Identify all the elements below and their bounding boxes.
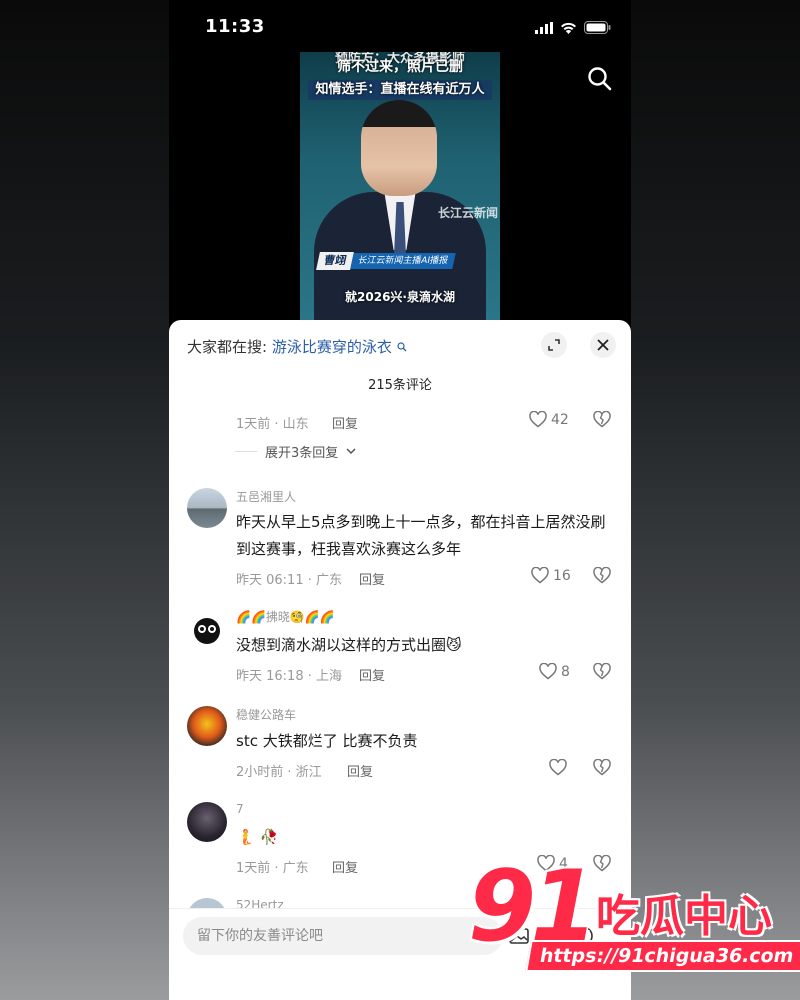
- chevron-down-icon: [346, 448, 356, 455]
- comment-username[interactable]: 稳健公路车: [236, 706, 296, 723]
- reply-button[interactable]: 回复: [359, 569, 385, 588]
- comment-username[interactable]: 7: [236, 802, 244, 816]
- avatar[interactable]: [187, 802, 227, 842]
- comment-text: 没想到滴水湖以这样的方式出圈😼: [236, 636, 462, 654]
- avatar[interactable]: [187, 488, 227, 528]
- battery-icon: [584, 19, 611, 38]
- expand-replies-label: 展开3条回复: [265, 446, 339, 461]
- reply-button[interactable]: 回复: [332, 857, 358, 876]
- anchor-name-tag: 曹翊 长江云新闻主播AI播报: [316, 252, 456, 270]
- comment-username[interactable]: 🌈🌈拂晓🧐🌈🌈: [236, 608, 335, 625]
- watermark-logo: 91 吃瓜中心 https://91chigua36.com: [468, 850, 800, 988]
- hot-search-keyword[interactable]: 游泳比赛穿的泳衣: [272, 338, 392, 356]
- like-button[interactable]: 8: [539, 663, 570, 680]
- comment-input[interactable]: [183, 917, 503, 955]
- dislike-button[interactable]: [593, 758, 611, 780]
- anchor-head: [361, 100, 437, 196]
- small-search-icon: [397, 342, 407, 355]
- close-button[interactable]: [590, 332, 616, 358]
- comment-meta: 2小时前 · 浙江: [236, 765, 322, 780]
- broken-heart-icon: [593, 758, 611, 776]
- like-count: 16: [553, 567, 571, 584]
- status-icons: [535, 19, 611, 38]
- signal-icon: [535, 19, 553, 38]
- comment-text: 昨天从早上5点多到晚上十一点多，都在抖音上居然没刷到这赛事，枉我喜欢泳赛这么多年: [236, 513, 606, 558]
- video-caption-line3: 知情选手：直播在线有近万人: [308, 80, 492, 100]
- close-icon: [597, 339, 609, 351]
- like-count: 42: [551, 411, 569, 428]
- status-bar: 11:33: [169, 0, 631, 54]
- broken-heart-icon: [593, 662, 611, 680]
- dislike-button[interactable]: [593, 566, 611, 588]
- sheet-header: 大家都在搜: 游泳比赛穿的泳衣 215条评论: [169, 320, 631, 393]
- video-player[interactable]: 预防方：大众多摄影师 筛不过来，照片已删 知情选手：直播在线有近万人 长江云新闻…: [300, 52, 500, 322]
- anchor-title: 长江云新闻主播AI播报: [350, 253, 456, 269]
- comment-text: stc 大铁都烂了 比赛不负责: [236, 732, 418, 750]
- expand-icon: [548, 339, 560, 351]
- dislike-button[interactable]: [593, 410, 611, 432]
- video-subtitle: 就2026兴·泉滴水湖: [345, 290, 455, 304]
- video-caption-line2: 筛不过来，照片已删: [337, 59, 463, 75]
- like-button[interactable]: 16: [531, 567, 571, 584]
- broken-heart-icon: [593, 566, 611, 584]
- broken-heart-icon: [593, 410, 611, 428]
- comment-username[interactable]: 五邑湘里人: [236, 488, 296, 505]
- reply-button[interactable]: 回复: [359, 665, 385, 684]
- heart-icon: [529, 411, 547, 428]
- watermark-url: https://91chigua36.com: [525, 940, 800, 972]
- comment-meta: 昨天 16:18 · 上海: [236, 669, 342, 684]
- hot-search[interactable]: 大家都在搜: 游泳比赛穿的泳衣: [187, 336, 407, 357]
- expand-button[interactable]: [541, 332, 567, 358]
- heart-icon: [531, 567, 549, 584]
- anchor-name: 曹翊: [316, 252, 354, 270]
- comment-text: 🧜 🥀: [236, 828, 279, 846]
- like-count: 8: [561, 663, 570, 680]
- avatar[interactable]: [187, 706, 227, 746]
- status-time: 11:33: [205, 16, 265, 37]
- dislike-button[interactable]: [593, 662, 611, 684]
- divider-line: [235, 451, 257, 452]
- station-logo: 长江云新闻: [437, 206, 498, 220]
- soot-sprite-icon: [194, 618, 220, 644]
- reply-button[interactable]: 回复: [332, 413, 358, 432]
- wifi-icon: [560, 19, 577, 38]
- like-button[interactable]: 42: [529, 411, 569, 428]
- heart-icon: [549, 759, 567, 776]
- search-icon: [588, 67, 612, 91]
- comment-meta: 1天前 · 广东: [236, 861, 309, 876]
- comment-count: 215条评论: [368, 378, 432, 393]
- avatar[interactable]: [187, 610, 227, 650]
- heart-icon: [539, 663, 557, 680]
- search-button[interactable]: [585, 64, 615, 94]
- comment-meta: 昨天 06:11 · 广东: [236, 573, 342, 588]
- expand-replies-button[interactable]: 展开3条回复: [235, 442, 356, 461]
- comment-meta: 1天前 · 山东: [236, 417, 309, 432]
- like-button[interactable]: [549, 759, 571, 776]
- watermark-name: 吃瓜中心: [596, 891, 772, 942]
- reply-button[interactable]: 回复: [347, 761, 373, 780]
- hot-search-label: 大家都在搜:: [187, 338, 268, 356]
